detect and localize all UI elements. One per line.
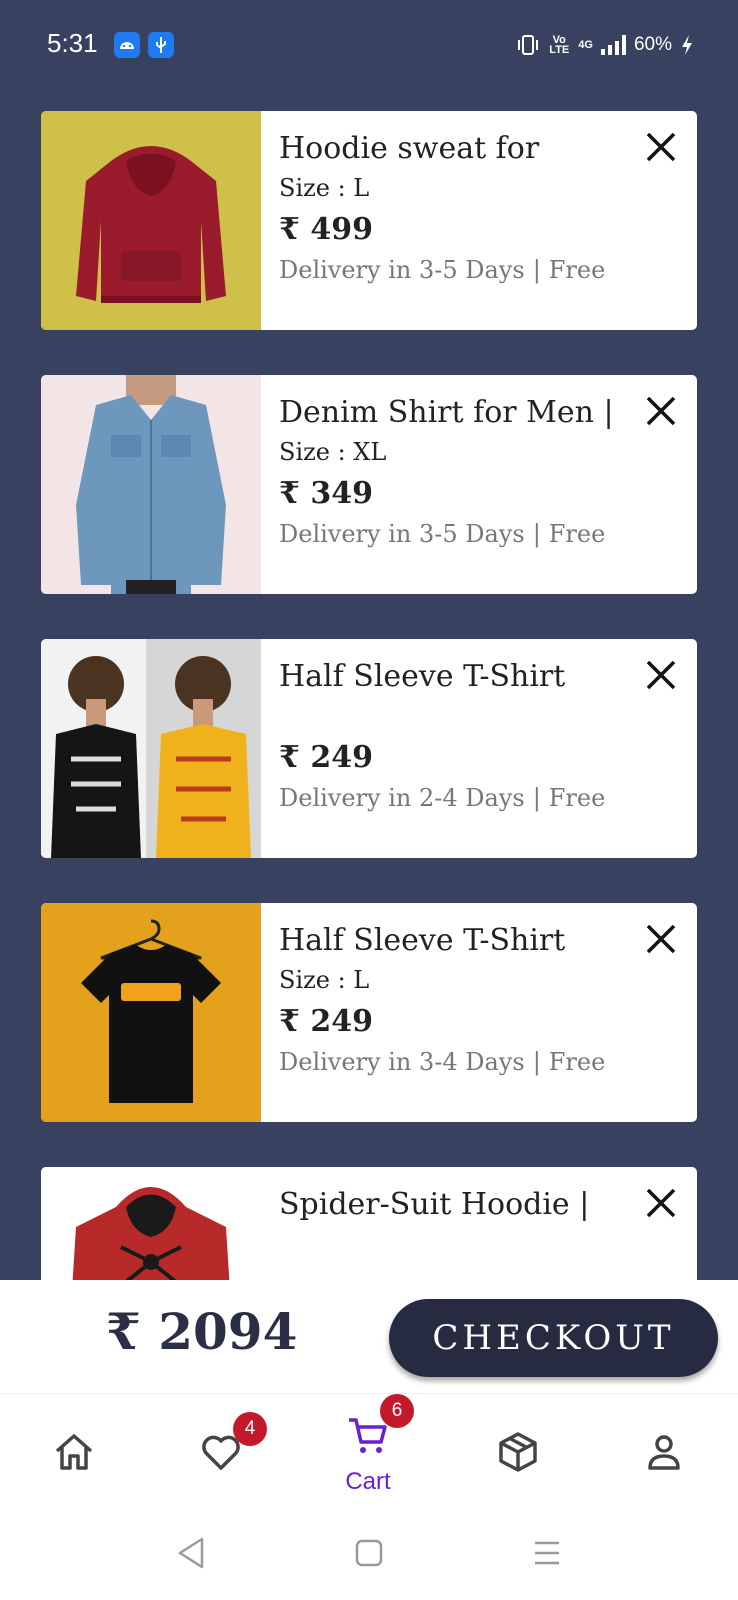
checkout-bar: ₹ 2094 CHECKOUT — [0, 1280, 738, 1394]
user-icon — [648, 1435, 680, 1470]
delivery-separator: | — [532, 256, 541, 284]
charging-icon — [682, 35, 692, 55]
wishlist-badge: 4 — [233, 1412, 267, 1446]
product-price: ₹ 349 — [279, 476, 373, 511]
bottom-nav: 4 Cart 6 — [0, 1394, 738, 1514]
home-button-icon[interactable] — [354, 1538, 384, 1568]
nav-profile[interactable] — [604, 1394, 724, 1514]
vibrate-icon — [518, 35, 539, 55]
product-title[interactable]: Half Sleeve T-Shirt — [279, 657, 617, 697]
shipping-cost: Free — [548, 784, 606, 812]
usb-notification-icon — [148, 32, 174, 58]
remove-item-button[interactable] — [643, 129, 679, 165]
product-size: Size : L — [279, 174, 370, 202]
cart-item[interactable]: Half Sleeve T-Shirt Size : L ₹ 249 Deliv… — [41, 903, 697, 1122]
nav-cart[interactable]: Cart 6 — [308, 1394, 428, 1514]
delivery-time: Delivery in 3-5 Days — [279, 256, 525, 284]
delivery-time: Delivery in 3-4 Days — [279, 1048, 525, 1076]
cart-total: ₹ 2094 — [106, 1302, 298, 1361]
delivery-info: Delivery in 2-4 Days | Free — [279, 781, 617, 815]
product-title[interactable]: Denim Shirt for Men | — [279, 393, 617, 433]
remove-item-button[interactable] — [643, 393, 679, 429]
cart-item[interactable]: Hoodie sweat for Size : L ₹ 499 Delivery… — [41, 111, 697, 330]
close-icon — [646, 660, 676, 690]
delivery-time: Delivery in 2-4 Days — [279, 784, 525, 812]
cart-list[interactable]: Hoodie sweat for Size : L ₹ 499 Delivery… — [41, 111, 697, 1281]
close-icon — [646, 396, 676, 426]
cart-badge: 6 — [380, 1394, 414, 1428]
cart-item[interactable]: Spider-Suit Hoodie | — [41, 1167, 697, 1281]
delivery-separator: | — [532, 1048, 541, 1076]
shipping-cost: Free — [548, 1048, 606, 1076]
status-time: 5:31 — [47, 28, 98, 58]
product-title[interactable]: Hoodie sweat for — [279, 129, 617, 169]
back-icon[interactable] — [176, 1536, 206, 1570]
product-size: Size : L — [279, 966, 370, 994]
delivery-info: Delivery in 3-5 Days | Free — [279, 253, 617, 287]
product-price: ₹ 249 — [279, 1004, 373, 1039]
home-icon — [55, 1434, 93, 1470]
close-icon — [646, 924, 676, 954]
cart-item[interactable]: Half Sleeve T-Shirt ₹ 249 Delivery in 2-… — [41, 639, 697, 858]
nav-cart-label: Cart — [345, 1468, 391, 1495]
delivery-separator: | — [532, 520, 541, 548]
remove-item-button[interactable] — [643, 1185, 679, 1221]
delivery-time: Delivery in 3-5 Days — [279, 520, 525, 548]
product-image[interactable] — [41, 1167, 261, 1281]
product-price: ₹ 499 — [279, 212, 373, 247]
product-image[interactable] — [41, 639, 261, 858]
recents-icon[interactable] — [532, 1538, 562, 1568]
product-size: Size : XL — [279, 438, 387, 466]
product-title[interactable]: Half Sleeve T-Shirt — [279, 921, 617, 961]
checkout-button[interactable]: CHECKOUT — [389, 1299, 718, 1377]
delivery-info: Delivery in 3-5 Days | Free — [279, 517, 617, 551]
nav-wishlist[interactable]: 4 — [161, 1394, 281, 1514]
volte-indicator: Vo LTE — [549, 34, 570, 56]
cart-item[interactable]: Denim Shirt for Men | Size : XL ₹ 349 De… — [41, 375, 697, 594]
close-icon — [646, 1188, 676, 1218]
delivery-separator: | — [532, 784, 541, 812]
remove-item-button[interactable] — [643, 657, 679, 693]
battery-level: 60% — [633, 34, 672, 55]
delivery-info: Delivery in 3-4 Days | Free — [279, 1045, 617, 1079]
product-title[interactable]: Spider-Suit Hoodie | — [279, 1185, 617, 1225]
package-icon — [499, 1432, 537, 1472]
status-indicators: Vo LTE 4G 60% — [516, 32, 694, 58]
android-notification-icon — [114, 32, 140, 58]
product-size — [279, 699, 617, 733]
shipping-cost: Free — [548, 520, 606, 548]
nav-home[interactable] — [14, 1394, 134, 1514]
nav-orders[interactable] — [458, 1394, 578, 1514]
shipping-cost: Free — [548, 256, 606, 284]
remove-item-button[interactable] — [643, 921, 679, 957]
status-bar: 5:31 Vo LTE 4G 60% — [0, 0, 738, 90]
network-type: 4G — [578, 39, 593, 51]
product-image[interactable] — [41, 375, 261, 594]
signal-icon — [600, 35, 626, 55]
product-image[interactable] — [41, 903, 261, 1122]
product-price: ₹ 249 — [279, 740, 373, 775]
product-image[interactable] — [41, 111, 261, 330]
close-icon — [646, 132, 676, 162]
system-navigation — [0, 1514, 738, 1600]
